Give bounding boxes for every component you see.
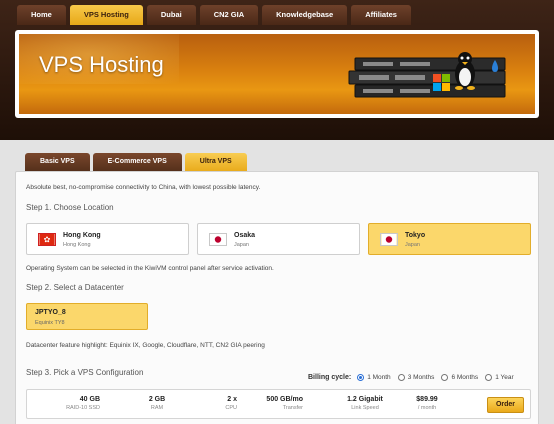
nav-vps-hosting[interactable]: VPS Hosting — [69, 5, 143, 25]
ultra-vps-panel: Absolute best, no-compromise connectivit… — [15, 171, 539, 424]
billing-cycle: Billing cycle: 1 Month 3 Months 6 Months… — [308, 374, 521, 381]
order-button[interactable]: Order — [487, 397, 524, 413]
billing-option-6-months[interactable]: 6 Months — [441, 374, 478, 381]
os-note: Operating System can be selected in the … — [26, 265, 274, 272]
nav-affiliates[interactable]: Affiliates — [351, 5, 411, 25]
datacenter-jptyo-8[interactable]: JPTYO_8 Equinix TY8 — [26, 303, 148, 330]
jp-flag-icon — [209, 233, 227, 246]
tab-basic-vps[interactable]: Basic VPS — [25, 153, 90, 171]
nav-cn2-gia[interactable]: CN2 GIA — [199, 5, 259, 25]
nav-dubai[interactable]: Dubai — [146, 5, 196, 25]
billing-option-1-year[interactable]: 1 Year — [485, 374, 514, 381]
radio-icon[interactable] — [485, 374, 493, 381]
billing-cycle-label: Billing cycle: — [308, 374, 352, 381]
plan-disk: 40 GB RAID-10 SSD — [66, 396, 100, 411]
product-tabs: Basic VPS E-Commerce VPS Ultra VPS — [25, 153, 247, 171]
radio-icon[interactable] — [397, 374, 405, 381]
step1-heading: Step 1. Choose Location — [26, 203, 114, 212]
datacenter-highlight: Datacenter feature highlight: Equinix IX… — [26, 342, 265, 349]
plan-price: $89.99 / month — [416, 396, 438, 411]
page-title: VPS Hosting — [39, 52, 164, 77]
location-osaka[interactable]: Osaka Japan — [197, 223, 360, 255]
main-nav: Home VPS Hosting Dubai CN2 GIA Knowledge… — [17, 5, 411, 25]
location-country: Japan — [405, 242, 420, 248]
jp-flag-icon — [380, 233, 398, 246]
datacenter-sub: Equinix TY8 — [35, 320, 65, 326]
step3-heading: Step 3. Pick a VPS Configuration — [26, 368, 144, 377]
billing-option-1-month[interactable]: 1 Month — [357, 374, 391, 381]
datacenter-name: JPTYO_8 — [35, 309, 66, 316]
location-name: Tokyo — [405, 232, 426, 239]
location-name: Osaka — [234, 232, 256, 239]
hero-banner: VPS Hosting — [15, 30, 539, 118]
plan-cpu: 2 x CPU — [225, 396, 237, 411]
location-tokyo[interactable]: Tokyo Japan — [368, 223, 531, 255]
vps-plan-row: 40 GB RAID-10 SSD 2 GB RAM 2 x CPU 500 G… — [26, 389, 531, 419]
step2-heading: Step 2. Select a Datacenter — [26, 283, 124, 292]
location-hong-kong[interactable]: Hong Kong Hong Kong — [26, 223, 189, 255]
radio-icon[interactable] — [441, 374, 449, 381]
plan-ram: 2 GB RAM — [148, 396, 166, 411]
intro-text: Absolute best, no-compromise connectivit… — [26, 184, 261, 191]
tab-ecommerce-vps[interactable]: E-Commerce VPS — [92, 153, 182, 171]
plan-link-speed: 1.2 Gigabit Link Speed — [347, 396, 383, 411]
hk-flag-icon — [38, 233, 56, 246]
radio-icon[interactable] — [357, 374, 365, 381]
server-rack-illustration — [348, 52, 506, 98]
location-country: Hong Kong — [63, 242, 91, 248]
tab-ultra-vps[interactable]: Ultra VPS — [184, 153, 247, 171]
location-name: Hong Kong — [63, 232, 101, 239]
site-header: Home VPS Hosting Dubai CN2 GIA Knowledge… — [0, 0, 554, 140]
location-country: Japan — [234, 242, 249, 248]
nav-knowledgebase[interactable]: Knowledgebase — [262, 5, 348, 25]
billing-option-3-months[interactable]: 3 Months — [397, 374, 434, 381]
plan-transfer: 500 GB/mo Transfer — [266, 396, 303, 411]
nav-home[interactable]: Home — [17, 5, 66, 25]
